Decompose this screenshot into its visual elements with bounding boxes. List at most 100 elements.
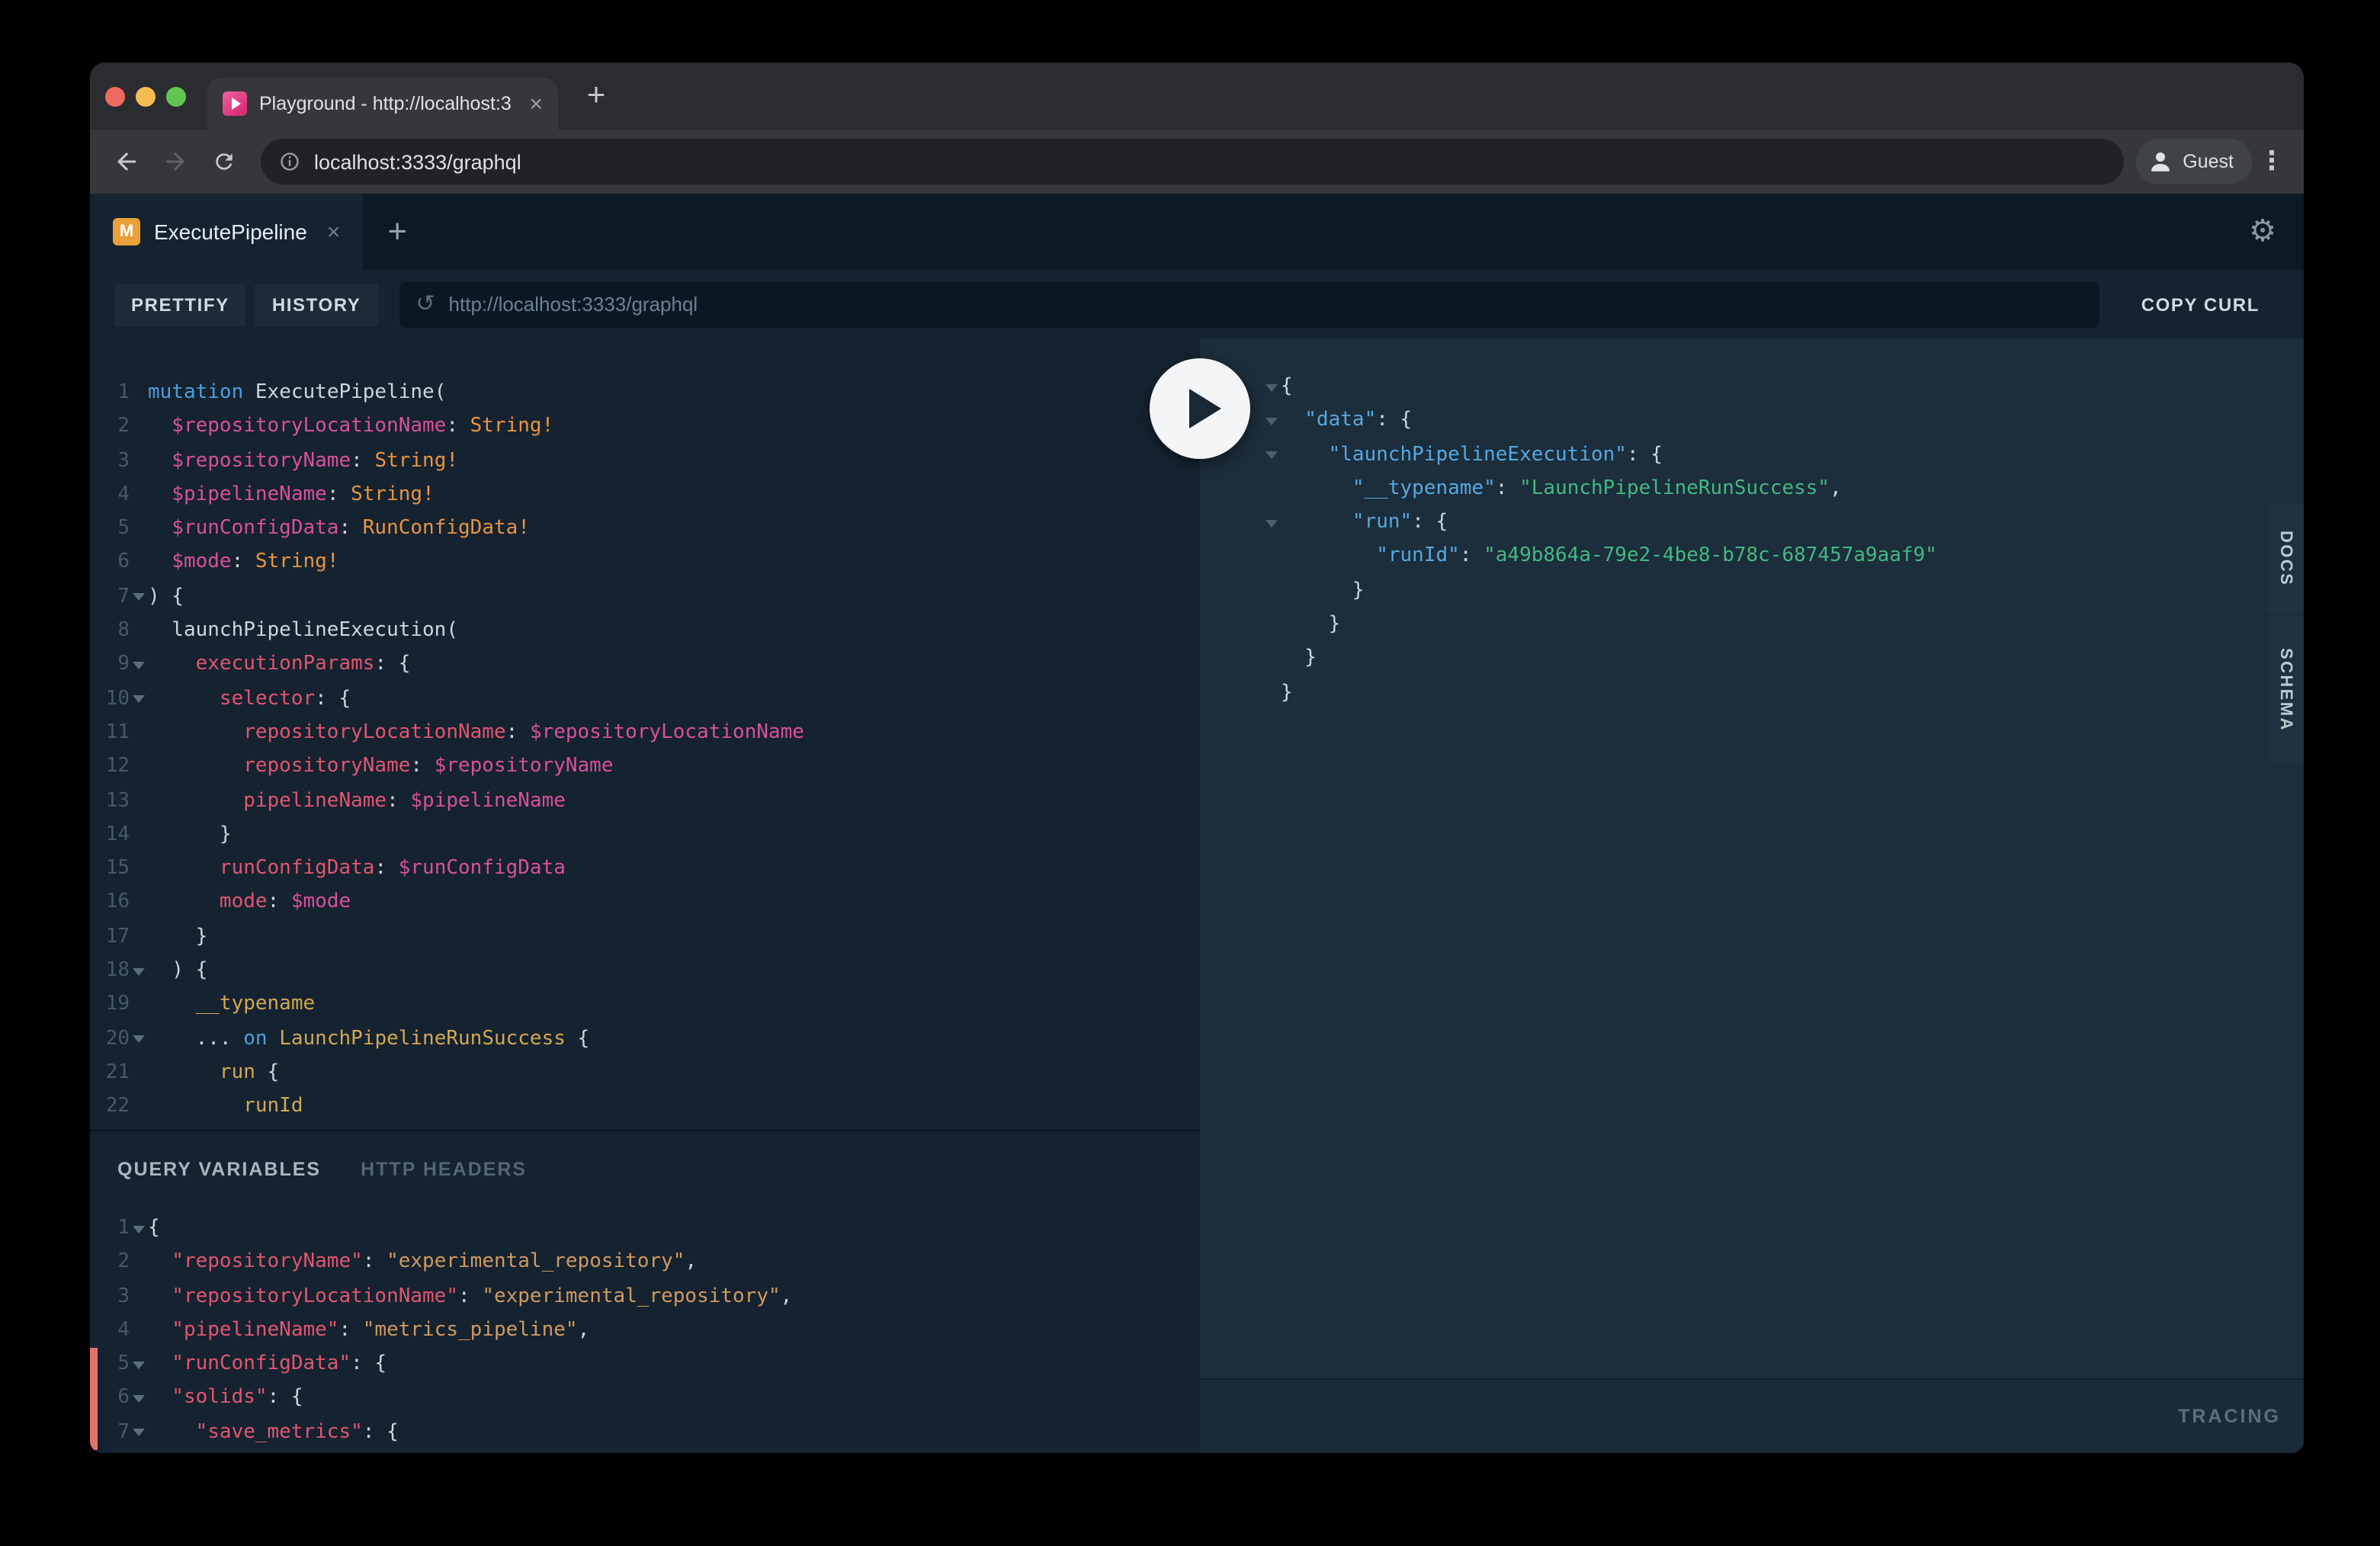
session-tab-executepipeline[interactable]: M ExecutePipeline ×	[90, 194, 363, 270]
collapse-gutter	[1261, 438, 1281, 473]
code-line: 5 $runConfigData: RunConfigData!	[90, 512, 1200, 547]
fold-caret-icon[interactable]	[133, 662, 145, 669]
endpoint-input[interactable]: ↺ http://localhost:3333/graphql	[399, 281, 2099, 327]
graphql-playground: M ExecutePipeline × + ⚙ PRETTIFY HISTORY…	[90, 194, 2304, 1453]
screen: Playground - http://localhost:3 × + loca…	[0, 0, 2380, 1546]
code-text: "data": {	[1281, 405, 1412, 439]
fold-gutter	[130, 1348, 148, 1382]
tab-docs[interactable]: DOCS	[2267, 503, 2304, 613]
new-session-button[interactable]: +	[363, 194, 431, 270]
fold-gutter	[130, 1314, 148, 1349]
error-marker	[90, 1382, 98, 1416]
back-button[interactable]	[102, 136, 151, 188]
line-number: 11	[105, 717, 130, 751]
code-line: 18 ) {	[90, 954, 1200, 989]
code-text: "save_metrics": {	[148, 1416, 399, 1451]
fold-caret-icon[interactable]	[133, 594, 145, 601]
query-editor[interactable]: 1mutation ExecutePipeline(2 $repositoryL…	[90, 338, 1200, 1130]
fold-caret-icon[interactable]	[1265, 451, 1277, 459]
fold-gutter	[130, 717, 148, 751]
fold-caret-icon[interactable]	[133, 1362, 145, 1369]
collapse-gutter	[1261, 506, 1281, 540]
fold-gutter	[130, 377, 148, 411]
code-text: {	[148, 1212, 160, 1246]
code-text: runId	[148, 1090, 303, 1124]
line-number: 3	[105, 444, 130, 479]
fold-caret-icon[interactable]	[133, 1225, 145, 1233]
code-line: }	[1200, 608, 2304, 643]
code-text: $repositoryLocationName: String!	[148, 411, 553, 445]
code-line: 3 "repositoryLocationName": "experimenta…	[90, 1280, 1200, 1314]
fold-gutter	[130, 819, 148, 853]
line-number: 2	[105, 411, 130, 445]
line-number: 8	[105, 614, 130, 649]
prettify-button[interactable]: PRETTIFY	[114, 283, 246, 326]
new-tab-button[interactable]: +	[573, 78, 619, 114]
code-text: }	[1281, 608, 1340, 643]
line-number: 3	[98, 1280, 130, 1314]
profile-label: Guest	[2183, 151, 2234, 172]
fold-caret-icon[interactable]	[1265, 520, 1277, 528]
code-line: }	[1200, 575, 2304, 609]
fold-caret-icon[interactable]	[1265, 383, 1277, 391]
code-line: 6 $mode: String!	[90, 547, 1200, 581]
tab-http-headers[interactable]: HTTP HEADERS	[361, 1159, 527, 1180]
line-number: 9	[105, 649, 130, 683]
history-button[interactable]: HISTORY	[255, 283, 378, 326]
fold-gutter	[130, 479, 148, 513]
editor-column: 1mutation ExecutePipeline(2 $repositoryL…	[90, 338, 1200, 1453]
site-info-icon[interactable]	[279, 151, 300, 172]
fold-gutter	[130, 547, 148, 581]
close-session-icon[interactable]: ×	[327, 219, 341, 245]
line-number: 4	[105, 479, 130, 513]
code-line: {	[1200, 370, 2304, 405]
fold-caret-icon[interactable]	[133, 1429, 145, 1437]
minimize-window-button[interactable]	[136, 86, 156, 106]
fold-gutter	[130, 1022, 148, 1057]
line-number: 5	[98, 1348, 130, 1382]
line-number: 16	[105, 887, 130, 921]
code-text: runConfigData: $runConfigData	[148, 852, 566, 887]
code-line: 22 runId	[90, 1090, 1200, 1124]
execute-button[interactable]	[1150, 358, 1250, 459]
fold-gutter	[130, 954, 148, 989]
fold-caret-icon[interactable]	[133, 1036, 145, 1044]
error-marker	[90, 1246, 98, 1281]
tab-schema[interactable]: SCHEMA	[2267, 616, 2304, 762]
profile-chip[interactable]: Guest	[2135, 139, 2252, 184]
close-tab-icon[interactable]: ×	[529, 92, 543, 115]
code-text: executionParams: {	[148, 649, 410, 683]
fold-caret-icon[interactable]	[1265, 418, 1277, 425]
browser-window: Playground - http://localhost:3 × + loca…	[90, 63, 2304, 1453]
browser-menu-button[interactable]: ⋮	[2252, 146, 2292, 177]
variables-editor[interactable]: 1{2 "repositoryName": "experimental_repo…	[90, 1212, 1200, 1450]
code-text: repositoryLocationName: $repositoryLocat…	[148, 717, 804, 751]
line-number: 20	[105, 1022, 130, 1057]
fold-caret-icon[interactable]	[133, 967, 145, 975]
copy-curl-button[interactable]: COPY CURL	[2125, 283, 2276, 326]
line-number: 1	[98, 1212, 130, 1246]
close-window-button[interactable]	[105, 86, 125, 106]
code-line: 6 "solids": {	[90, 1382, 1200, 1416]
code-line: 16 mode: $mode	[90, 887, 1200, 921]
zoom-window-button[interactable]	[166, 86, 186, 106]
code-text: mode: $mode	[148, 887, 351, 921]
fold-gutter	[130, 1246, 148, 1281]
fold-caret-icon[interactable]	[133, 696, 145, 704]
session-tab-label: ExecutePipeline	[154, 220, 307, 244]
line-number: 12	[105, 751, 130, 785]
line-number: 13	[105, 784, 130, 819]
fold-gutter	[130, 1090, 148, 1124]
address-bar[interactable]: localhost:3333/graphql	[261, 139, 2123, 184]
reload-button[interactable]	[200, 136, 249, 188]
tracing-bar[interactable]: TRACING	[1200, 1378, 2304, 1453]
avatar-icon	[2146, 148, 2173, 175]
code-line: 14 }	[90, 819, 1200, 853]
code-line: 1mutation ExecutePipeline(	[90, 377, 1200, 411]
forward-button[interactable]	[151, 136, 200, 188]
tab-query-variables[interactable]: QUERY VARIABLES	[117, 1159, 321, 1180]
browser-tab[interactable]: Playground - http://localhost:3 ×	[207, 78, 558, 130]
settings-gear-icon[interactable]: ⚙	[2249, 217, 2276, 247]
schema-reload-icon[interactable]: ↺	[415, 293, 435, 316]
fold-caret-icon[interactable]	[133, 1395, 145, 1403]
